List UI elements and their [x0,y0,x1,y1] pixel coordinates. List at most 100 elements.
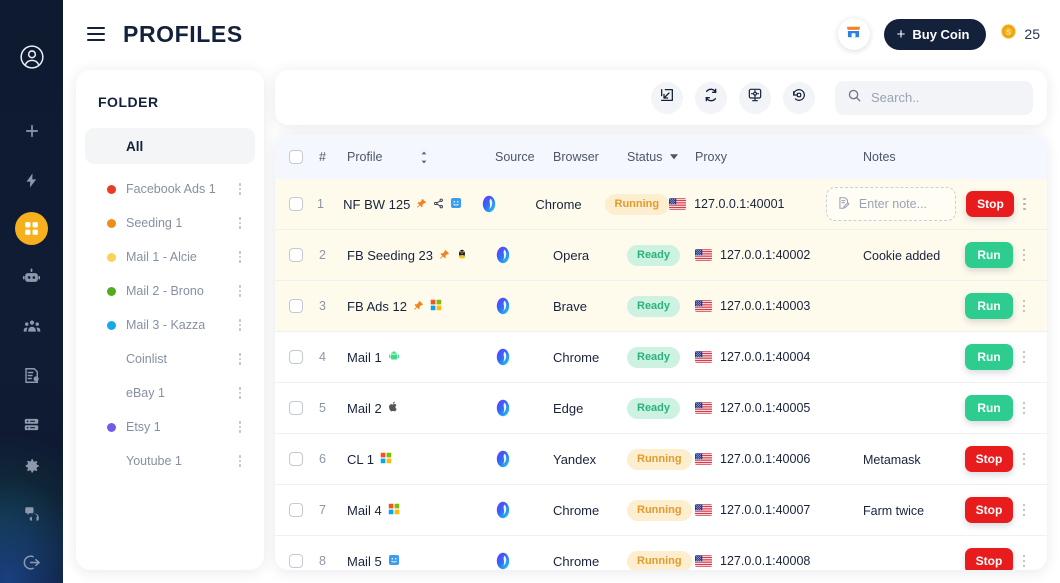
row-menu-icon[interactable] [1022,452,1026,466]
folder-color-dot [107,218,116,228]
sidebar-item-servers[interactable] [15,407,49,441]
column-header-profile[interactable]: Profile [347,150,495,164]
folder-item-seeding-1[interactable]: Seeding 1 [85,206,255,240]
run-button[interactable]: Run [965,293,1013,319]
profile-name: Mail 1 [347,349,382,365]
sidebar-item-add[interactable] [15,114,49,148]
screen-settings-button[interactable] [739,81,771,114]
column-header-status[interactable]: Status [627,150,695,164]
proxy-cell: 127.0.0.1:40005 [695,401,863,415]
folder-item-mail-2-brono[interactable]: Mail 2 - Brono [85,274,255,308]
table-row[interactable]: 5 Mail 2 Edge Ready 127.0.0.1:40005 Run [275,383,1047,434]
stop-button[interactable]: Stop [966,191,1015,217]
table-row[interactable]: 7 Mail 4 Chrome Running 127.0.0.1:40007 Farm … [275,485,1047,536]
folder-item-facebook-ads-1[interactable]: Facebook Ads 1 [85,172,255,206]
profile-name: Mail 2 [347,400,382,416]
profile-cell: Mail 5 [347,554,495,569]
folder-item-menu-icon[interactable] [238,183,241,195]
coin-balance[interactable]: S 25 [1000,23,1040,45]
notes-cell: Enter note... [825,187,956,221]
row-menu-icon[interactable] [1022,503,1026,517]
folder-item-menu-icon[interactable] [238,217,241,229]
row-checkbox[interactable] [289,554,303,568]
select-all-checkbox[interactable] [289,150,303,164]
row-menu-icon[interactable] [1022,350,1026,364]
buy-coin-button[interactable]: + Buy Coin [883,18,987,50]
folder-item-label: Coinlist [126,352,167,366]
store-button[interactable] [837,18,870,50]
table-row[interactable]: 8 Mail 5 Chrome Running 127.0.0.1:40008 Stop [275,536,1047,570]
sync-button[interactable] [695,81,727,114]
top-header: PROFILES + Buy Coin S 25 [63,0,1060,68]
sidebar-item-automation[interactable] [15,163,49,197]
table-row[interactable]: 1 NF BW 125 Chrome Running 127.0.0.1:40001 En… [275,179,1047,230]
coin-amount-label: 25 [1024,26,1040,42]
sort-updown-icon[interactable] [420,151,428,164]
us-flag-icon [695,555,712,567]
row-menu-icon[interactable] [1022,299,1026,313]
row-menu-icon[interactable] [1022,248,1026,262]
table-row[interactable]: 6 CL 1 Yandex Running 127.0.0.1:40006 Metamas… [275,434,1047,485]
stop-button[interactable]: Stop [965,446,1013,472]
search-box[interactable] [835,80,1033,115]
table-row[interactable]: 2 FB Seeding 23 Opera Ready 127.0.0.1:40002 C… [275,230,1047,281]
sidebar-item-profiles[interactable] [15,212,48,245]
folder-item-menu-icon[interactable] [238,285,241,297]
run-button[interactable]: Run [965,395,1013,421]
folder-item-menu-icon[interactable] [238,319,241,331]
folder-item-menu-icon[interactable] [238,251,241,263]
row-menu-icon[interactable] [1023,197,1027,211]
status-cell: Running [604,193,670,215]
action-cell: Stop [941,446,1013,472]
caret-down-icon[interactable] [670,153,679,162]
row-checkbox[interactable] [289,350,303,364]
row-checkbox[interactable] [289,248,303,262]
import-button[interactable] [651,81,683,114]
folder-item-youtube-1[interactable]: Youtube 1 [85,444,255,478]
folder-item-mail-3-kazza[interactable]: Mail 3 - Kazza [85,308,255,342]
row-checkbox[interactable] [289,197,303,211]
hamburger-icon[interactable] [87,27,105,41]
row-checkbox[interactable] [289,503,303,517]
stop-button[interactable]: Stop [965,497,1013,523]
table-row[interactable]: 4 Mail 1 Chrome Ready 127.0.0.1:40004 Run [275,332,1047,383]
app-source-icon [495,296,553,316]
notes-cell: Cookie added [863,248,941,263]
sidebar-item-account[interactable] [15,40,49,74]
folder-item-etsy-1[interactable]: Etsy 1 [85,410,255,444]
toolbar-buttons [651,80,1033,115]
search-input[interactable] [871,90,1021,105]
svg-text:S: S [1007,28,1012,36]
gear-icon [23,457,41,475]
sidebar-item-logout[interactable] [15,545,49,579]
row-select-cell [289,452,319,466]
row-checkbox[interactable] [289,452,303,466]
folder-item-mail-1-alcie[interactable]: Mail 1 - Alcie [85,240,255,274]
folder-item-menu-icon[interactable] [238,353,241,365]
row-checkbox[interactable] [289,299,303,313]
sidebar-item-settings[interactable] [15,449,49,483]
sidebar-item-support[interactable] [15,497,49,531]
folder-item-menu-icon[interactable] [238,387,241,399]
folder-item-ebay-1[interactable]: eBay 1 [85,376,255,410]
sidebar-item-bot[interactable] [15,260,49,294]
folder-item-coinlist[interactable]: Coinlist [85,342,255,376]
sidebar-item-billing[interactable] [15,358,49,392]
app-source-icon [495,245,553,265]
run-button[interactable]: Run [965,344,1013,370]
row-menu-icon[interactable] [1022,554,1026,568]
folder-item-menu-icon[interactable] [238,421,241,433]
table-row[interactable]: 3 FB Ads 12 Brave Ready 127.0.0.1:40003 Run [275,281,1047,332]
note-input[interactable]: Enter note... [825,187,956,221]
us-flag-icon [669,198,687,210]
row-menu-icon[interactable] [1022,401,1026,415]
row-checkbox[interactable] [289,401,303,415]
sidebar-item-team[interactable] [15,309,49,343]
status-cell: Ready [627,346,695,368]
history-button[interactable] [783,81,815,114]
folder-item-all[interactable]: All [85,128,255,164]
run-button[interactable]: Run [965,242,1013,268]
status-cell: Running [627,550,695,570]
folder-item-menu-icon[interactable] [238,455,241,467]
stop-button[interactable]: Stop [965,548,1013,570]
